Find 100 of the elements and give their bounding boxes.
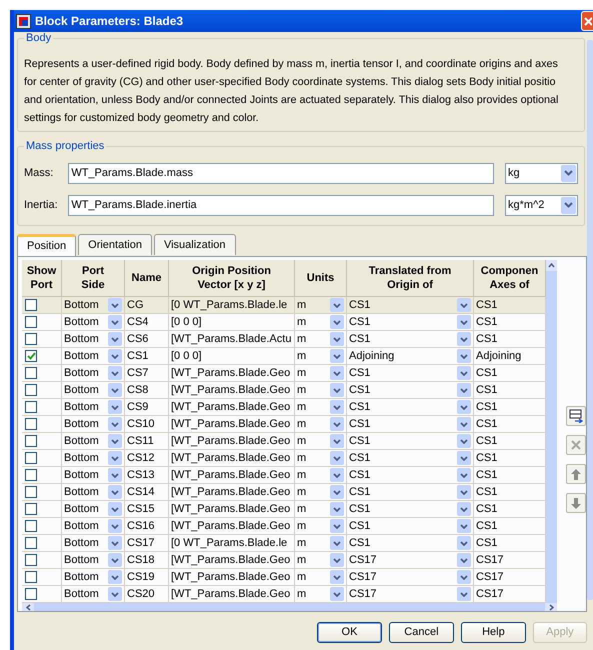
port-side-value[interactable]: Bottom <box>64 501 99 517</box>
table-cell: [WT_Params.Blade.Geo <box>169 518 295 535</box>
translated-from-value[interactable]: CS1 <box>349 399 370 415</box>
table-cell: [WT_Params.Blade.Geo <box>169 416 295 433</box>
field-label: Mass: <box>24 166 54 181</box>
translated-from-value[interactable]: CS1 <box>349 314 370 330</box>
translated-from-value[interactable]: CS1 <box>349 416 370 432</box>
checkbox[interactable] <box>25 367 37 379</box>
checkbox[interactable] <box>25 316 37 328</box>
units-value[interactable]: m <box>297 467 306 483</box>
translated-from-value[interactable]: CS1 <box>349 433 370 449</box>
checkbox[interactable] <box>25 350 37 362</box>
port-side-value[interactable]: Bottom <box>64 314 99 330</box>
port-side-value[interactable]: Bottom <box>64 416 99 432</box>
port-side-value[interactable]: Bottom <box>64 535 99 551</box>
units-value[interactable]: m <box>297 348 306 364</box>
port-side-value[interactable]: Bottom <box>64 331 99 347</box>
checkbox[interactable] <box>25 333 37 345</box>
translated-from-value[interactable]: CS1 <box>349 450 370 466</box>
units-value[interactable]: m <box>297 382 306 398</box>
checkbox[interactable] <box>25 571 37 583</box>
checkbox[interactable] <box>25 452 37 464</box>
port-side-value[interactable]: Bottom <box>64 518 99 534</box>
table-cell: CG <box>125 297 169 314</box>
units-value[interactable]: m <box>297 552 306 568</box>
translated-from-value[interactable]: CS17 <box>349 552 377 568</box>
table-cell: [WT_Params.Blade.Actu <box>169 331 295 348</box>
units-value[interactable]: m <box>297 365 306 381</box>
translated-from-value[interactable]: CS1 <box>349 484 370 500</box>
units-value[interactable]: m <box>297 586 306 602</box>
checkbox[interactable] <box>25 588 37 600</box>
units-value[interactable]: m <box>297 535 306 551</box>
dialog-button[interactable]: OK <box>317 622 382 643</box>
tab[interactable]: Visualization <box>154 234 236 255</box>
checkbox[interactable] <box>25 435 37 447</box>
add-row-icon <box>569 409 583 423</box>
units-value[interactable]: m <box>297 501 306 517</box>
port-side-value[interactable]: Bottom <box>64 467 99 483</box>
unit-dropdown[interactable]: kg <box>505 162 578 184</box>
table-cell: CS15 <box>125 501 169 518</box>
field-label: Inertia: <box>24 198 59 213</box>
units-value[interactable]: m <box>297 569 306 585</box>
translated-from-value[interactable]: CS17 <box>349 586 377 602</box>
translated-from-value[interactable]: CS1 <box>349 365 370 381</box>
port-side-value[interactable]: Bottom <box>64 433 99 449</box>
text-field[interactable]: WT_Params.Blade.inertia <box>68 194 494 216</box>
checkbox[interactable] <box>25 554 37 566</box>
table-cell: [WT_Params.Blade.Geo <box>169 467 295 484</box>
checkbox[interactable] <box>25 401 37 413</box>
translated-from-value[interactable]: CS1 <box>349 535 370 551</box>
unit-dropdown[interactable]: kg*m^2 <box>505 194 578 216</box>
units-value[interactable]: m <box>297 450 306 466</box>
translated-from-value[interactable]: CS1 <box>349 518 370 534</box>
port-side-value[interactable]: Bottom <box>64 552 99 568</box>
units-value[interactable]: m <box>297 484 306 500</box>
port-side-value[interactable]: Bottom <box>64 484 99 500</box>
tab[interactable]: Position <box>17 234 76 256</box>
units-value[interactable]: m <box>297 314 306 330</box>
dialog-button[interactable]: Help <box>460 622 526 643</box>
translated-from-value[interactable]: CS1 <box>349 467 370 483</box>
tab[interactable]: Orientation <box>78 234 152 255</box>
text-field[interactable]: WT_Params.Blade.mass <box>68 162 494 184</box>
checkbox[interactable] <box>25 299 37 311</box>
translated-from-value[interactable]: CS1 <box>349 501 370 517</box>
horizontal-scroll-bar[interactable] <box>22 603 557 611</box>
block-icon <box>16 14 31 28</box>
translated-from-value[interactable]: Adjoining <box>349 348 394 364</box>
table-cell: [0 WT_Params.Blade.le <box>169 535 295 552</box>
translated-from-value[interactable]: CS17 <box>349 569 377 585</box>
table-cell: [0 0 0] <box>169 314 295 331</box>
port-side-value[interactable]: Bottom <box>64 365 99 381</box>
window-title: Block Parameters: Blade3 <box>35 13 184 30</box>
checkbox[interactable] <box>25 520 37 532</box>
units-value[interactable]: m <box>297 331 306 347</box>
dialog-button[interactable]: Cancel <box>388 622 454 643</box>
checkbox[interactable] <box>25 418 37 430</box>
table-cell: [WT_Params.Blade.Geo <box>169 399 295 416</box>
units-value[interactable]: m <box>297 416 306 432</box>
units-value[interactable]: m <box>297 518 306 534</box>
port-side-value[interactable]: Bottom <box>64 399 99 415</box>
checkbox[interactable] <box>25 486 37 498</box>
translated-from-value[interactable]: CS1 <box>349 382 370 398</box>
checkbox[interactable] <box>25 384 37 396</box>
scroll-bar[interactable] <box>587 40 593 600</box>
translated-from-value[interactable]: CS1 <box>349 297 370 313</box>
units-value[interactable]: m <box>297 433 306 449</box>
checkbox[interactable] <box>25 469 37 481</box>
port-side-value[interactable]: Bottom <box>64 569 99 585</box>
translated-from-value[interactable]: CS1 <box>349 331 370 347</box>
vertical-scroll-bar[interactable] <box>546 260 557 603</box>
toolbar-button[interactable] <box>566 406 586 426</box>
units-value[interactable]: m <box>297 297 306 313</box>
checkbox[interactable] <box>25 503 37 515</box>
units-value[interactable]: m <box>297 399 306 415</box>
checkbox[interactable] <box>25 537 37 549</box>
port-side-value[interactable]: Bottom <box>64 348 99 364</box>
port-side-value[interactable]: Bottom <box>64 450 99 466</box>
port-side-value[interactable]: Bottom <box>64 382 99 398</box>
port-side-value[interactable]: Bottom <box>64 586 99 602</box>
close-button[interactable] <box>581 11 593 31</box>
